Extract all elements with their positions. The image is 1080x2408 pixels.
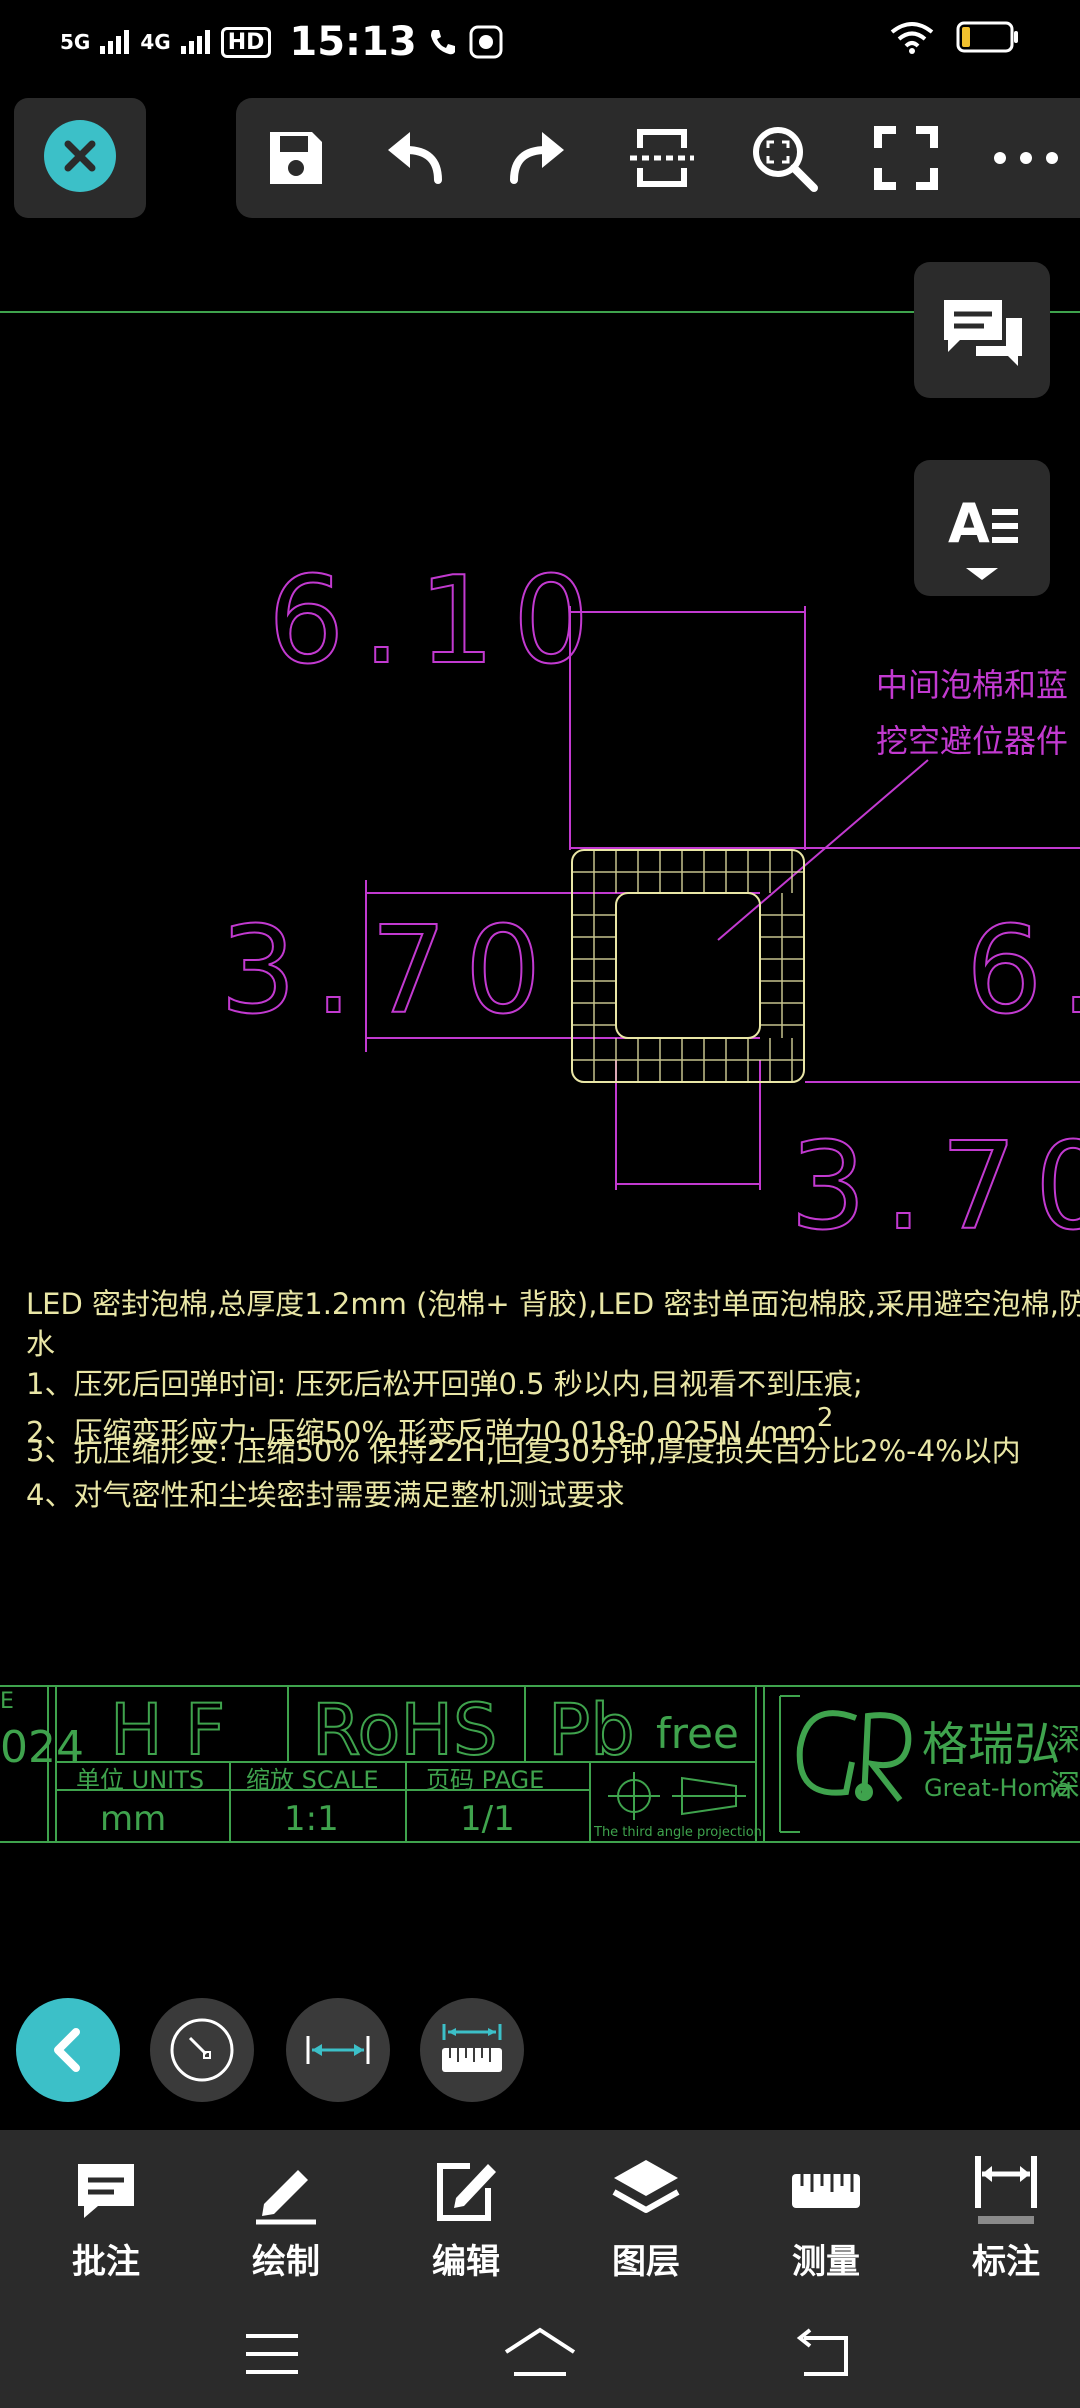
dimension-top: 6.10 [268, 552, 607, 691]
title-right-2: 深 [1050, 1769, 1080, 1804]
nav-home-button[interactable] [500, 2318, 580, 2390]
top-toolbar [236, 98, 1080, 218]
foam-hatch [572, 850, 804, 1082]
zoom-search-icon [753, 127, 818, 192]
back-icon [796, 2328, 848, 2376]
logo-text-en: Great-Home [924, 1774, 1070, 1802]
page-value: 1/1 [460, 1799, 515, 1839]
layers-icon [612, 2160, 680, 2213]
home-icon [504, 2327, 576, 2376]
note-line: 水 [26, 1327, 56, 1361]
scale-label: 缩放 SCALE [246, 1766, 379, 1794]
note-line: 1、压死后回弹时间: 压死后松开回弹0.5 秒以内,目视看不到压痕; [26, 1367, 863, 1401]
redo-icon [510, 132, 564, 184]
ruler-icon [792, 2174, 860, 2208]
tab-draw[interactable]: 绘制 [206, 2150, 366, 2290]
tab-layers[interactable]: 图层 [566, 2150, 726, 2290]
company-logo [796, 1710, 912, 1802]
tab-label: 测量 [792, 2242, 860, 2282]
note-line: 4、对气密性和尘埃密封需要满足整机测试要求 [26, 1477, 625, 1512]
comments-panel-button[interactable] [914, 262, 1050, 398]
text-format-icon: A [948, 492, 1018, 580]
callout-line-1: 中间泡棉和蓝 [876, 666, 1068, 704]
bottom-tab-bar: 批注 绘制 编辑 图层 测量 标注 [0, 2130, 1080, 2300]
fullscreen-icon [874, 126, 938, 190]
title-pb: Pb [548, 1689, 635, 1771]
page-label: 页码 PAGE [426, 1766, 544, 1794]
tab-edit[interactable]: 编辑 [386, 2150, 546, 2290]
logo-text-cn: 格瑞弘 [922, 1717, 1060, 1771]
close-button[interactable] [44, 120, 116, 192]
nav-back-button[interactable] [784, 2318, 864, 2390]
fullscreen-button[interactable] [866, 118, 946, 198]
title-right-1: 深 [1050, 1723, 1080, 1758]
more-button[interactable] [986, 118, 1066, 198]
tab-label: 批注 [72, 2242, 140, 2282]
drawing-notes: LED 密封泡棉,总厚度1.2mm (泡棉+ 背胶),LED 密封单面泡棉胶,采… [26, 1284, 1080, 1515]
tab-label: 编辑 [432, 2242, 500, 2282]
note-line: 2、压缩变形应力: 压缩50% 形变反弹力0.018-0.025N /mm2 [26, 1403, 1076, 1453]
chat-icon [944, 300, 1022, 366]
linear-dimension-button[interactable] [286, 1998, 390, 2102]
zoom-extents-button[interactable] [744, 118, 824, 198]
edit-icon [437, 2163, 496, 2221]
undo-button[interactable] [376, 118, 456, 198]
comment-icon [78, 2164, 134, 2218]
projection-label: The third angle projection [593, 1825, 762, 1840]
dimension-left: 3.70 [220, 902, 559, 1041]
svg-text:A: A [948, 492, 990, 555]
close-icon [64, 140, 96, 172]
system-nav-bar [0, 2300, 1080, 2408]
collapse-tools-button[interactable] [16, 1998, 120, 2102]
title-hf: H F [110, 1689, 225, 1771]
title-edge-top: E [0, 1689, 14, 1714]
linear-dimension-icon [306, 2036, 370, 2064]
angle-dimension-button[interactable] [150, 1998, 254, 2102]
tab-measure[interactable]: 测量 [746, 2150, 906, 2290]
save-icon [270, 132, 322, 184]
tab-annotate[interactable]: 批注 [26, 2150, 186, 2290]
scale-value: 1:1 [284, 1799, 339, 1839]
tab-dimension[interactable]: 标注 [926, 2150, 1080, 2290]
undo-icon [388, 132, 442, 184]
note-superscript: 2 [816, 1403, 834, 1433]
save-button[interactable] [256, 118, 336, 198]
menu-icon [246, 2334, 298, 2374]
callout-line-2: 挖空避位器件 [876, 722, 1068, 760]
chevron-left-icon [54, 2028, 80, 2072]
nav-menu-button[interactable] [232, 2318, 312, 2390]
text-style-button[interactable]: A [914, 460, 1050, 596]
foam-gasket-frame [571, 849, 805, 1083]
ruler-dimension-icon [442, 2024, 502, 2072]
pencil-icon [256, 2170, 316, 2225]
note-line-text: 2、压缩变形应力: 压缩50% 形变反弹力0.018-0.025N /mm [26, 1415, 817, 1450]
units-value: mm [100, 1799, 166, 1839]
angle-measure-icon [170, 2018, 234, 2082]
title-rohs: RoHS [312, 1689, 497, 1771]
more-dots-icon [994, 152, 1058, 164]
dimension-bottom: 3.70 [790, 1118, 1080, 1257]
title-edge-year: 024 [0, 1722, 84, 1773]
dimension-right: 6. [966, 902, 1080, 1041]
title-free: free [656, 1709, 739, 1758]
note-line: LED 密封泡棉,总厚度1.2mm (泡棉+ 背胶),LED 密封单面泡棉胶,采… [26, 1287, 1080, 1321]
units-label: 单位 UNITS [76, 1766, 204, 1794]
redo-button[interactable] [496, 118, 576, 198]
section-view-button[interactable] [622, 118, 702, 198]
tab-label: 标注 [972, 2242, 1040, 2282]
ruler-dimension-button[interactable] [420, 1998, 524, 2102]
tab-label: 图层 [612, 2242, 680, 2282]
dimension-icon [975, 2156, 1037, 2224]
close-panel [14, 98, 146, 218]
tab-label: 绘制 [252, 2242, 320, 2282]
section-view-icon [630, 129, 694, 187]
